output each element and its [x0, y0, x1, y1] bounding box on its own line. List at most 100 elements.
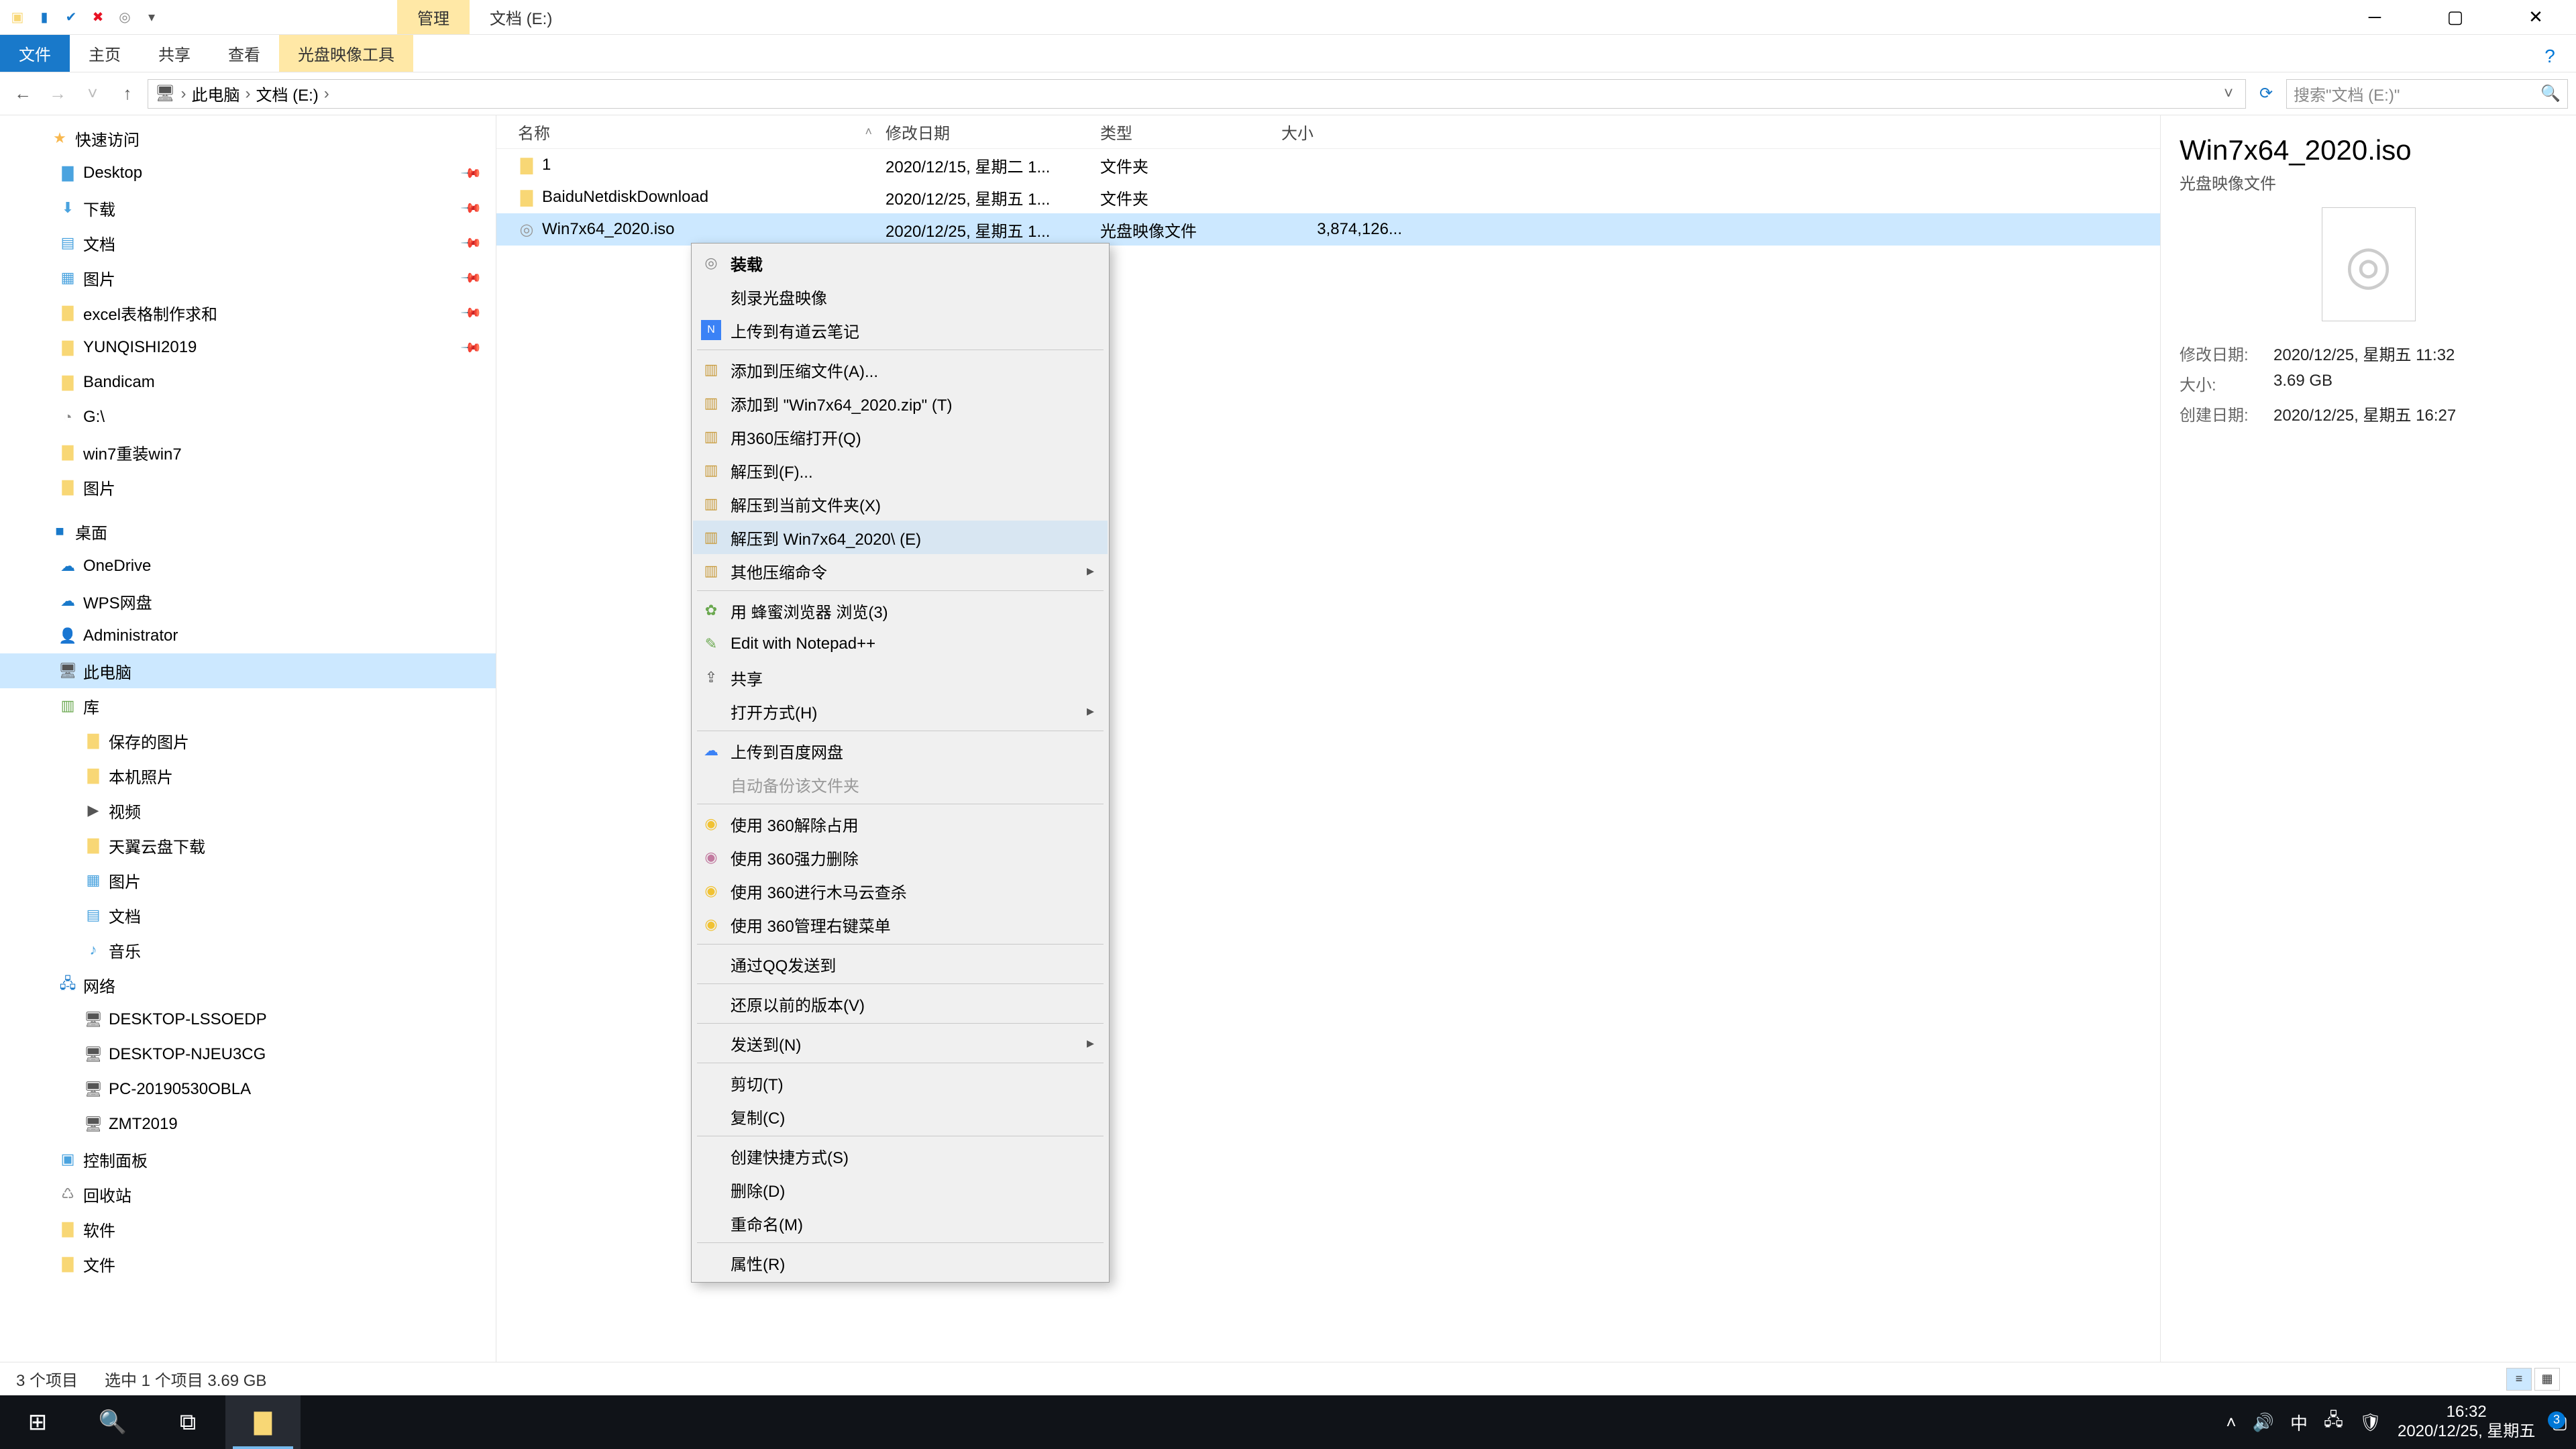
tree-this-pc[interactable]: 🖥此电脑 — [0, 653, 496, 688]
start-button[interactable]: ⊞ — [0, 1395, 75, 1449]
task-view-button[interactable]: ⧉ — [150, 1395, 225, 1449]
tree-item[interactable]: 👤Administrator — [0, 619, 496, 653]
view-details-button[interactable]: ≡ — [2506, 1368, 2532, 1391]
ctx-mount[interactable]: ◎装载 — [693, 246, 1108, 280]
nav-up-button[interactable]: ↑ — [113, 79, 142, 109]
tree-item[interactable]: 🖥PC-20190530OBLA — [0, 1072, 496, 1107]
defender-icon[interactable]: 🛡 — [2359, 1412, 2381, 1433]
ctx-baidu-upload[interactable]: ☁上传到百度网盘 — [693, 734, 1108, 767]
tree-item[interactable]: 🖥ZMT2019 — [0, 1107, 496, 1142]
ctx-delete[interactable]: 删除(D) — [693, 1173, 1108, 1206]
ribbon-file-tab[interactable]: 文件 — [0, 35, 70, 72]
tree-item[interactable]: ▇Desktop📌 — [0, 156, 496, 191]
minimize-button[interactable]: ─ — [2334, 0, 2415, 35]
close-button[interactable]: ✕ — [2496, 0, 2576, 35]
maximize-button[interactable]: ▢ — [2415, 0, 2496, 35]
ctx-extract-here[interactable]: ▥解压到当前文件夹(X) — [693, 487, 1108, 521]
ctx-burn[interactable]: 刻录光盘映像 — [693, 280, 1108, 313]
tray-up-icon[interactable]: ˄ — [2226, 1412, 2236, 1433]
ctx-send-to[interactable]: 发送到(N)▸ — [693, 1026, 1108, 1060]
nav-recent-dropdown[interactable]: ˅ — [78, 79, 107, 109]
ctx-cut[interactable]: 剪切(T) — [693, 1066, 1108, 1099]
tree-quick-access[interactable]: ★快速访问 — [0, 121, 496, 156]
tree-item[interactable]: ▇保存的图片 — [0, 723, 496, 758]
taskbar-explorer-button[interactable]: ▇ — [225, 1395, 301, 1449]
ctx-360-scan[interactable]: ◉使用 360进行木马云查杀 — [693, 874, 1108, 908]
tree-item[interactable]: ▇图片 — [0, 470, 496, 504]
search-input[interactable]: 搜索"文档 (E:)" 🔍 — [2286, 79, 2568, 109]
tree-item[interactable]: ▦图片📌 — [0, 260, 496, 295]
crumb-this-pc[interactable]: 此电脑 — [191, 82, 239, 105]
ctx-open-360zip[interactable]: ▥用360压缩打开(Q) — [693, 420, 1108, 453]
ctx-extract-to[interactable]: ▥解压到(F)... — [693, 453, 1108, 487]
tree-item[interactable]: ◔G:\ — [0, 400, 496, 435]
ctx-360-unlock[interactable]: ◉使用 360解除占用 — [693, 807, 1108, 841]
tree-item[interactable]: ☁WPS网盘 — [0, 584, 496, 619]
breadcrumb[interactable]: 🖥 › 此电脑 › 文档 (E:) › ˅ — [148, 79, 2246, 109]
header-size[interactable]: 大小 — [1281, 120, 1415, 144]
tree-item[interactable]: ▣控制面板 — [0, 1142, 496, 1177]
tree-item[interactable]: ⬇下载📌 — [0, 191, 496, 225]
tree-item[interactable]: ▇文件 — [0, 1246, 496, 1281]
ctx-create-shortcut[interactable]: 创建快捷方式(S) — [693, 1139, 1108, 1173]
header-name[interactable]: 名称˄ — [496, 120, 885, 144]
tree-item[interactable]: ▇YUNQISHI2019📌 — [0, 330, 496, 365]
file-row-selected[interactable]: ◎Win7x64_2020.iso 2020/12/25, 星期五 1... 光… — [496, 213, 2160, 246]
header-type[interactable]: 类型 — [1100, 120, 1281, 144]
checkmark-icon[interactable]: ✔ — [59, 5, 83, 30]
context-tab[interactable]: 管理 — [397, 0, 470, 34]
tree-item[interactable]: ♪音乐 — [0, 932, 496, 967]
ctx-360-manage[interactable]: ◉使用 360管理右键菜单 — [693, 908, 1108, 941]
ctx-add-archive[interactable]: ▥添加到压缩文件(A)... — [693, 353, 1108, 386]
tree-item[interactable]: ♺回收站 — [0, 1177, 496, 1212]
ribbon-view-tab[interactable]: 查看 — [209, 35, 279, 72]
ctx-360-delete[interactable]: ◉使用 360强力删除 — [693, 841, 1108, 874]
refresh-button[interactable]: ⟳ — [2251, 79, 2281, 109]
ctx-open-with[interactable]: 打开方式(H)▸ — [693, 694, 1108, 728]
help-button[interactable]: ? — [2533, 39, 2567, 74]
tree-desktop[interactable]: ■桌面 — [0, 514, 496, 549]
taskbar-search-button[interactable]: 🔍 — [75, 1395, 150, 1449]
tree-item[interactable]: ▇excel表格制作求和📌 — [0, 295, 496, 330]
tree-item[interactable]: ▤文档📌 — [0, 225, 496, 260]
tree-item[interactable]: ▶视频 — [0, 793, 496, 828]
ribbon-context-tab[interactable]: 光盘映像工具 — [279, 35, 413, 72]
ctx-copy[interactable]: 复制(C) — [693, 1099, 1108, 1133]
ctx-honey-browser[interactable]: ✿用 蜂蜜浏览器 浏览(3) — [693, 594, 1108, 627]
tree-item[interactable]: 🖥DESKTOP-LSSOEDP — [0, 1002, 496, 1037]
ctx-extract-named[interactable]: ▥解压到 Win7x64_2020\ (E) — [693, 521, 1108, 554]
ctx-share[interactable]: ⇪共享 — [693, 661, 1108, 694]
tree-item[interactable]: ▥库 — [0, 688, 496, 723]
tree-item[interactable]: ▇win7重装win7 — [0, 435, 496, 470]
tree-item[interactable]: 🖧网络 — [0, 967, 496, 1002]
taskbar-clock[interactable]: 16:32 2020/12/25, 星期五 — [2398, 1403, 2535, 1442]
ctx-rename[interactable]: 重命名(M) — [693, 1206, 1108, 1240]
tree-item[interactable]: ▦图片 — [0, 863, 496, 898]
file-row[interactable]: ▇BaiduNetdiskDownload 2020/12/25, 星期五 1.… — [496, 181, 2160, 213]
nav-forward-button[interactable]: → — [43, 79, 72, 109]
ctx-other-zip[interactable]: ▥其他压缩命令▸ — [693, 554, 1108, 588]
ribbon-share-tab[interactable]: 共享 — [140, 35, 209, 72]
header-modified[interactable]: 修改日期 — [885, 120, 1100, 144]
tree-item[interactable]: ▇Bandicam — [0, 365, 496, 400]
ctx-notepadpp[interactable]: ✎Edit with Notepad++ — [693, 627, 1108, 661]
breadcrumb-dropdown[interactable]: ˅ — [2218, 85, 2239, 103]
ctx-youdao[interactable]: N上传到有道云笔记 — [693, 313, 1108, 347]
tree-item[interactable]: ▇天翼云盘下载 — [0, 828, 496, 863]
delete-red-icon[interactable]: ✖ — [86, 5, 110, 30]
ime-indicator[interactable]: 中 — [2290, 1410, 2308, 1435]
ctx-qq-send[interactable]: 通过QQ发送到 — [693, 947, 1108, 981]
pin-icon[interactable]: ▮ — [32, 5, 56, 30]
action-center-icon[interactable]: ▢ — [2551, 1412, 2568, 1433]
tree-item[interactable]: ▤文档 — [0, 898, 496, 932]
ctx-restore-version[interactable]: 还原以前的版本(V) — [693, 987, 1108, 1020]
disc-icon[interactable]: ◎ — [113, 5, 137, 30]
tree-item[interactable]: 🖥DESKTOP-NJEU3CG — [0, 1037, 496, 1072]
view-large-button[interactable]: ▦ — [2534, 1368, 2560, 1391]
search-icon[interactable]: 🔍 — [2540, 84, 2561, 103]
ribbon-home-tab[interactable]: 主页 — [70, 35, 140, 72]
qat-dropdown-icon[interactable]: ▾ — [140, 5, 164, 30]
volume-icon[interactable]: 🔊 — [2253, 1412, 2274, 1433]
crumb-drive[interactable]: 文档 (E:) — [256, 82, 318, 105]
ctx-add-zip[interactable]: ▥添加到 "Win7x64_2020.zip" (T) — [693, 386, 1108, 420]
